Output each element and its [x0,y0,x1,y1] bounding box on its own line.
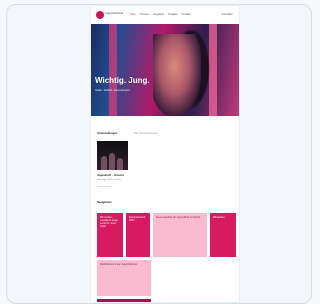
news-card-text: Neue Angebote für Jugendliche im Herbst [156,216,201,219]
hero-banner: Wichtig. Jung. Stark. Selbst. Gemeinsam. [91,24,239,116]
news-card-text: Mitmachen [213,216,225,219]
event-image[interactable] [97,141,128,170]
news-card-text: Rückblick auf unser Jugendfestival [100,263,137,266]
news-card-text: Sommerfreizeit 2023 [129,216,146,222]
site-header: Jugendverband Start Themen Angebote Proj… [91,6,239,24]
hero-person-image [153,34,201,116]
main-nav: Start Themen Angebote Projekte Kontakt [130,13,190,16]
news-card[interactable]: Sommerfreizeit 2023 [126,213,150,257]
nav-item-projekte[interactable]: Projekte [168,13,178,16]
nav-item-kontakt[interactable]: Kontakt [182,13,191,16]
hero-light-stripe [109,24,117,116]
news-card[interactable]: Wir suchen engagierte junge Leute für un… [97,213,123,257]
events-heading: Veranstaltungen [97,132,118,135]
news-card[interactable]: Neue Angebote für Jugendliche im Herbst [153,213,207,257]
account-link[interactable]: Anmelden [221,13,233,16]
nav-item-themen[interactable]: Themen [139,13,149,16]
hero-subtitle: Stark. Selbst. Gemeinsam. [95,88,131,92]
news-heading: Neuigkeiten [97,201,112,204]
news-card-text: Wir suchen engagierte junge Leute für un… [100,216,118,228]
events-all-link[interactable]: Alle Veranstaltungen [134,132,158,135]
nav-item-angebote[interactable]: Angebote [153,13,164,16]
logo-icon[interactable] [96,11,104,19]
news-card[interactable]: Rückblick auf unser Jugendfestival [97,260,151,296]
news-card[interactable]: Mitmachen [210,213,236,257]
event-date: Samstag, 14.10., 19 Uhr [97,179,121,181]
event-location: Gemeindehaus [97,186,112,188]
event-title[interactable]: Jugendtreff – Konzert [97,174,124,177]
nav-item-start[interactable]: Start [130,13,135,16]
logo-text: Jugendverband [105,12,123,15]
hero-title: Wichtig. Jung. [95,76,150,85]
website-preview: Jugendverband Start Themen Angebote Proj… [91,6,239,302]
